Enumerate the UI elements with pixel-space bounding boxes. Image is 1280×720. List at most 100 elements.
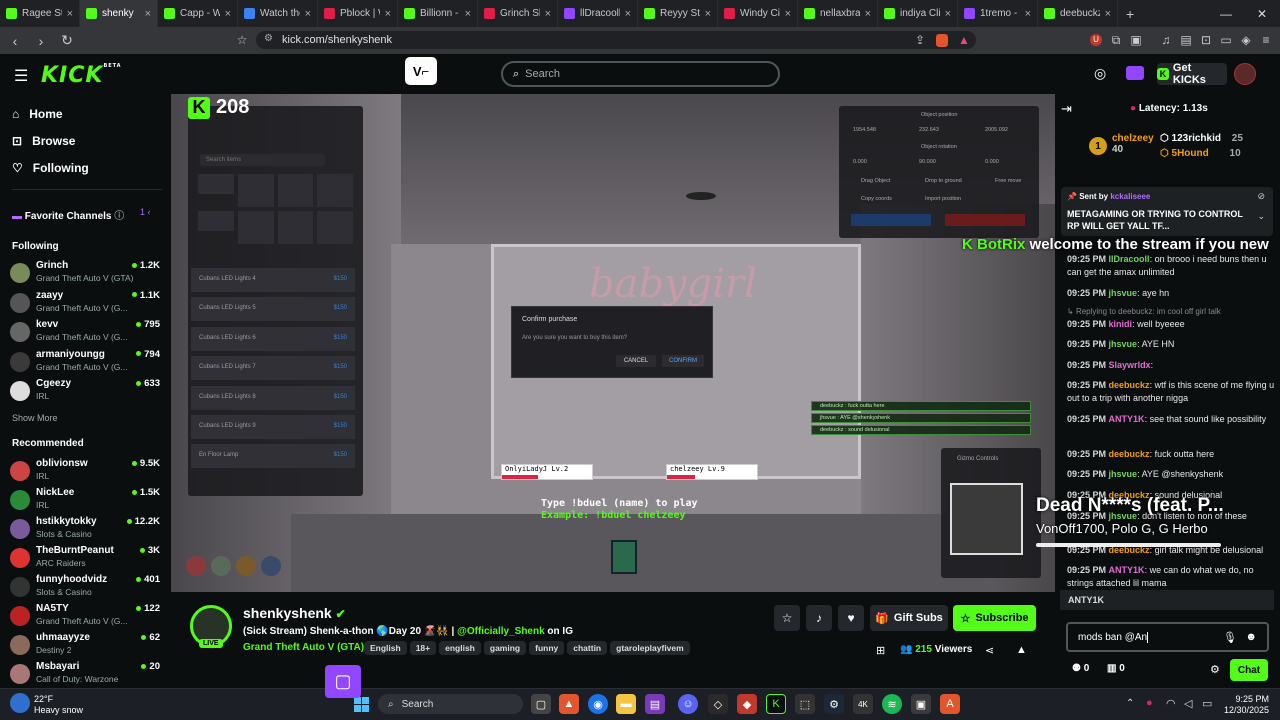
music-icon[interactable]: ♫ bbox=[1158, 32, 1174, 48]
chrome-icon[interactable]: ◉ bbox=[588, 694, 608, 714]
rot-x[interactable]: 0.000 bbox=[853, 159, 867, 165]
rot-y[interactable]: 90.000 bbox=[919, 159, 936, 165]
winrar-icon[interactable]: ▤ bbox=[645, 694, 665, 714]
chat-username[interactable]: ANTY1K bbox=[1109, 565, 1145, 575]
tag[interactable]: english bbox=[439, 641, 481, 655]
chat-username[interactable]: ANTY1K bbox=[1109, 414, 1145, 424]
twitch-overlay-icon[interactable]: ▢ bbox=[325, 665, 361, 698]
tab-close-icon[interactable]: × bbox=[145, 8, 151, 20]
tab-close-icon[interactable]: × bbox=[945, 8, 951, 20]
tag[interactable]: English bbox=[364, 641, 407, 655]
tab-close-icon[interactable]: × bbox=[1025, 8, 1031, 20]
leaderboard-first[interactable]: chelzeey 40 bbox=[1112, 133, 1154, 155]
sidebar-channel[interactable]: TheBurntPeanut ARC Raiders 3K bbox=[10, 545, 160, 571]
show-more-link[interactable]: Show More bbox=[12, 413, 58, 423]
sidebar-icon[interactable]: ▤ bbox=[1178, 32, 1194, 48]
new-tab-icon[interactable]: + bbox=[1118, 6, 1142, 22]
tab-close-icon[interactable]: × bbox=[705, 8, 711, 20]
sidebar-channel[interactable]: uhmaayyze Destiny 2 62 bbox=[10, 632, 160, 658]
favorite-channels-header[interactable]: ▬ Favorite Channels ⓘ bbox=[12, 207, 124, 222]
streamer-name[interactable]: shenkyshenk ✔ bbox=[243, 605, 346, 621]
grid-item[interactable] bbox=[317, 174, 353, 207]
browser-tab[interactable]: Reyyy Stream × bbox=[638, 0, 718, 27]
send-chat-button[interactable]: Chat bbox=[1230, 659, 1268, 681]
vpn-icon[interactable]: ◈ bbox=[1238, 32, 1254, 48]
steam-icon[interactable]: ⚙ bbox=[824, 694, 844, 714]
search-input[interactable]: ⌕ Search bbox=[501, 61, 780, 87]
task-view-icon[interactable]: ▢ bbox=[531, 694, 551, 714]
follow-button[interactable]: ♥ bbox=[838, 605, 864, 631]
sidebar-channel[interactable]: kevv Grand Theft Auto V (G... 795 bbox=[10, 319, 160, 345]
sidebar-channel[interactable]: oblivionsw IRL 9.5K bbox=[10, 458, 160, 484]
cancel-button[interactable]: CANCEL bbox=[616, 355, 656, 367]
microphone-icon[interactable]: 🎙 bbox=[1223, 631, 1237, 644]
video-player[interactable]: babygirl Search items Cubans LED Lights … bbox=[171, 94, 1055, 592]
weather-widget[interactable]: 22°F Heavy snow bbox=[34, 694, 83, 716]
sidebar-channel[interactable]: armaniyoungg Grand Theft Auto V (G... 794 bbox=[10, 349, 160, 375]
browser-tab[interactable]: Pblock | Wind × bbox=[318, 0, 398, 27]
list-item[interactable]: Cubans LED Lights 7 $150 bbox=[191, 356, 355, 380]
back-icon[interactable]: ‹ bbox=[2, 28, 28, 54]
get-kicks-button[interactable]: K Get KICKs bbox=[1157, 62, 1227, 86]
app-icon[interactable]: A bbox=[940, 694, 960, 714]
report-icon[interactable]: ▲ bbox=[1016, 644, 1027, 656]
app-icon[interactable]: ◇ bbox=[708, 694, 728, 714]
kick-logo[interactable]: KICKBETA bbox=[41, 63, 122, 88]
chat-username[interactable]: jhsvue bbox=[1109, 288, 1138, 298]
weather-icon[interactable] bbox=[10, 693, 30, 713]
rewards-icon[interactable]: ▲ bbox=[956, 32, 972, 48]
tag[interactable]: gaming bbox=[483, 641, 527, 655]
list-item[interactable]: Cubans LED Lights 8 $150 bbox=[191, 386, 355, 410]
user-avatar[interactable] bbox=[1234, 63, 1256, 85]
gift-subs-button[interactable]: 🎁 Gift Subs bbox=[870, 605, 948, 631]
chat-input[interactable]: mods ban @An 🎙 ☻ bbox=[1066, 622, 1269, 652]
pinned-message[interactable]: 📌 Sent by kckaliseee METAGAMING OR TRYIN… bbox=[1061, 187, 1273, 236]
browser-tab[interactable]: Billionn - Wat × bbox=[398, 0, 478, 27]
sidebar-channel[interactable]: NA5TY Grand Theft Auto V (G... 122 bbox=[10, 603, 160, 629]
tag[interactable]: 18+ bbox=[409, 641, 437, 655]
share-icon[interactable]: ⇪ bbox=[912, 32, 928, 48]
tab-close-icon[interactable]: × bbox=[625, 8, 631, 20]
close-window-button[interactable]: ✕ bbox=[1244, 0, 1280, 27]
grid-item[interactable] bbox=[237, 211, 274, 244]
browser-tab[interactable]: indiya Clips - × bbox=[878, 0, 958, 27]
tab-close-icon[interactable]: × bbox=[785, 8, 791, 20]
sidebar-item-following[interactable]: ♡ Following bbox=[12, 161, 89, 175]
4k-app-icon[interactable]: 4K bbox=[853, 694, 873, 714]
url-field[interactable]: ⚙ kick.com/shenkyshenk bbox=[256, 31, 976, 49]
site-info-icon[interactable]: ⚙ bbox=[264, 33, 273, 44]
drop-to-ground-button[interactable]: Drop to ground bbox=[925, 178, 962, 184]
browser-tab[interactable]: Grinch Showi × bbox=[478, 0, 558, 27]
sidebar-item-browse[interactable]: ⊡ Browse bbox=[12, 134, 75, 148]
screenshot-icon[interactable]: ⊡ bbox=[1198, 32, 1214, 48]
notifications-button[interactable]: ♪ bbox=[806, 605, 832, 631]
chat-username[interactable]: deebuckz bbox=[1109, 449, 1150, 459]
hamburger-menu-icon[interactable]: ☰ bbox=[14, 66, 28, 86]
extension-icon[interactable]: ▣ bbox=[1128, 32, 1144, 48]
favorite-star-button[interactable]: ☆ bbox=[774, 605, 800, 631]
leaderboard-third[interactable]: ⬡ 5Hound 10 bbox=[1160, 148, 1265, 159]
chat-username[interactable]: llDracooll bbox=[1109, 254, 1150, 264]
tag[interactable]: gtaroleplayfivem bbox=[610, 641, 690, 655]
browser-tab[interactable]: Capp - Watc × bbox=[158, 0, 238, 27]
browser-tab[interactable]: nellaxbrat Str × bbox=[798, 0, 878, 27]
browser-tab[interactable]: shenky × bbox=[80, 0, 158, 27]
app-icon[interactable]: ◆ bbox=[737, 694, 757, 714]
settings-gear-icon[interactable]: ⚙ bbox=[1210, 663, 1220, 676]
vs-logo-icon[interactable]: V⌐ bbox=[405, 57, 437, 85]
grid-item[interactable] bbox=[198, 174, 234, 194]
wifi-icon[interactable]: ◠ bbox=[1166, 697, 1176, 710]
list-item[interactable]: Cubans LED Lights 5 $150 bbox=[191, 297, 355, 321]
chat-username[interactable]: jhsvue bbox=[1109, 469, 1138, 479]
tab-close-icon[interactable]: × bbox=[385, 8, 391, 20]
subscribe-button[interactable]: ☆ Subscribe bbox=[953, 605, 1036, 631]
brave-shield-icon[interactable] bbox=[934, 32, 950, 48]
browser-tab[interactable]: deebuckz Str × bbox=[1038, 0, 1118, 27]
sidebar-channel[interactable]: Grinch Grand Theft Auto V (GTA) 1.2K bbox=[10, 260, 160, 286]
tag[interactable]: chattin bbox=[567, 641, 608, 655]
layout-icon[interactable]: ⊞ bbox=[876, 644, 885, 657]
brave-icon[interactable]: ▲ bbox=[559, 694, 579, 714]
drag-object-button[interactable]: Drag Object bbox=[861, 178, 890, 184]
collapse-chat-icon[interactable]: ⇥ bbox=[1061, 101, 1072, 117]
kicks-counter-chat[interactable]: ▥ 0 bbox=[1107, 663, 1125, 674]
